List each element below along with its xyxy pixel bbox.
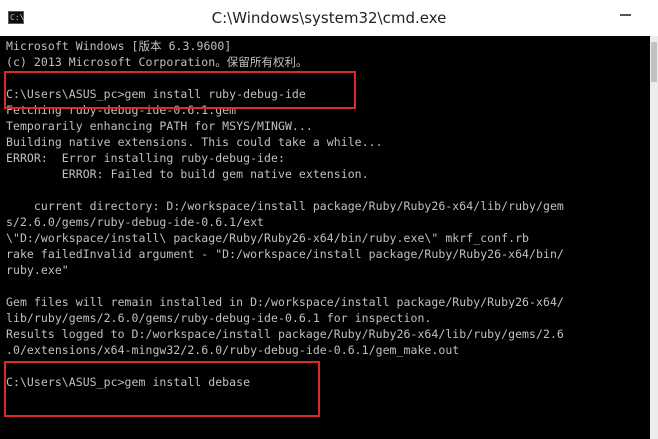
console-line: rake failedInvalid argument - "D:/worksp…	[6, 247, 564, 261]
cmd-window: C:\ C:\Windows\system32\cmd.exe Microsof…	[0, 0, 658, 439]
console-line: .0/extensions/x64-mingw32/2.6.0/ruby-deb…	[6, 343, 460, 357]
console-line: Building native extensions. This could t…	[6, 135, 383, 149]
console-line: current directory: D:/workspace/install …	[6, 199, 564, 213]
console-line: ERROR: Error installing ruby-debug-ide:	[6, 151, 285, 165]
annotation-box-debase	[4, 361, 320, 417]
console-line: ruby.exe"	[6, 263, 69, 277]
minimize-button[interactable]	[604, 0, 646, 30]
console-line: Gem files will remain installed in D:/wo…	[6, 295, 564, 309]
console-line: \"D:/workspace/install\ package/Ruby/Rub…	[6, 231, 530, 245]
title-bar[interactable]: C:\ C:\Windows\system32\cmd.exe	[0, 0, 658, 37]
console-line: s/2.6.0/gems/ruby-debug-ide-0.6.1/ext	[6, 215, 265, 229]
console-line: ERROR: Failed to build gem native extens…	[6, 167, 369, 181]
console-line: lib/ruby/gems/2.6.0/gems/ruby-debug-ide-…	[6, 311, 432, 325]
window-title: C:\Windows\system32\cmd.exe	[211, 9, 447, 27]
minimize-icon	[620, 14, 631, 16]
console-line: Results logged to D:/workspace/install p…	[6, 327, 564, 341]
vertical-scrollbar[interactable]	[650, 36, 658, 439]
console-line: Temporarily enhancing PATH for MSYS/MING…	[6, 119, 313, 133]
console-line: (c) 2013 Microsoft Corporation。保留所有权利。	[6, 55, 308, 69]
scrollbar-thumb[interactable]	[651, 42, 657, 82]
console-line: Microsoft Windows [版本 6.3.9600]	[6, 39, 232, 53]
annotation-box-ruby-debug-ide	[4, 71, 356, 109]
